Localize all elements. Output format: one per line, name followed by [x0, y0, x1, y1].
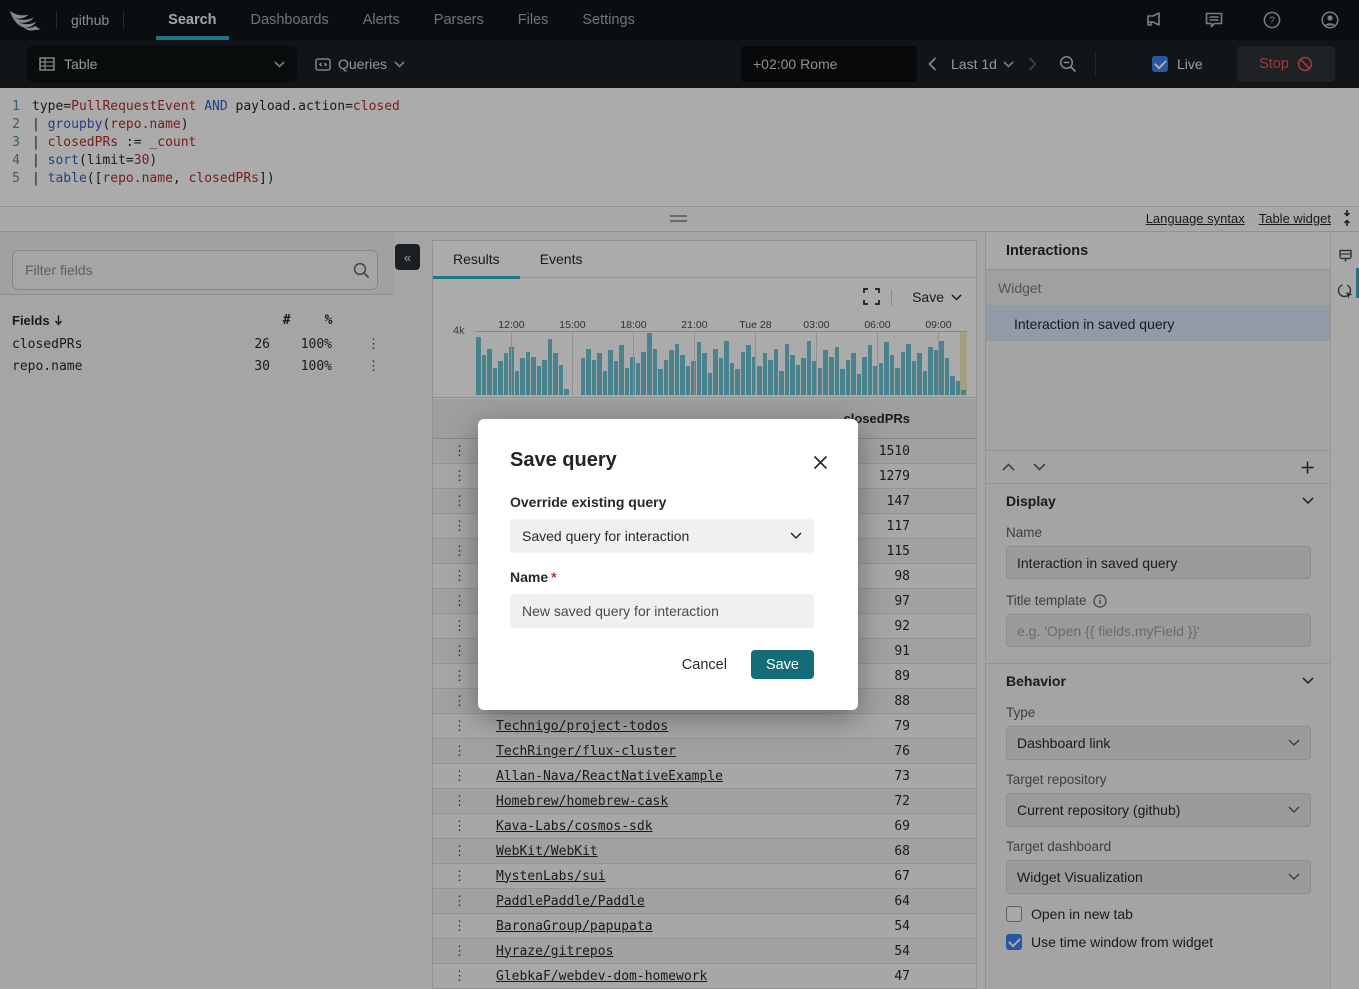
query-name-input[interactable] [510, 594, 814, 628]
chevron-down-icon [790, 532, 802, 540]
override-query-label: Override existing query [510, 494, 826, 510]
override-query-select[interactable]: Saved query for interaction [510, 519, 814, 553]
required-asterisk: * [551, 569, 556, 585]
cancel-button[interactable]: Cancel [682, 657, 727, 673]
save-query-modal: Save query Override existing query Saved… [478, 419, 858, 710]
save-button[interactable]: Save [751, 650, 814, 679]
query-name-label: Name* [510, 569, 826, 585]
close-icon[interactable] [813, 455, 828, 473]
modal-title: Save query [510, 449, 826, 472]
